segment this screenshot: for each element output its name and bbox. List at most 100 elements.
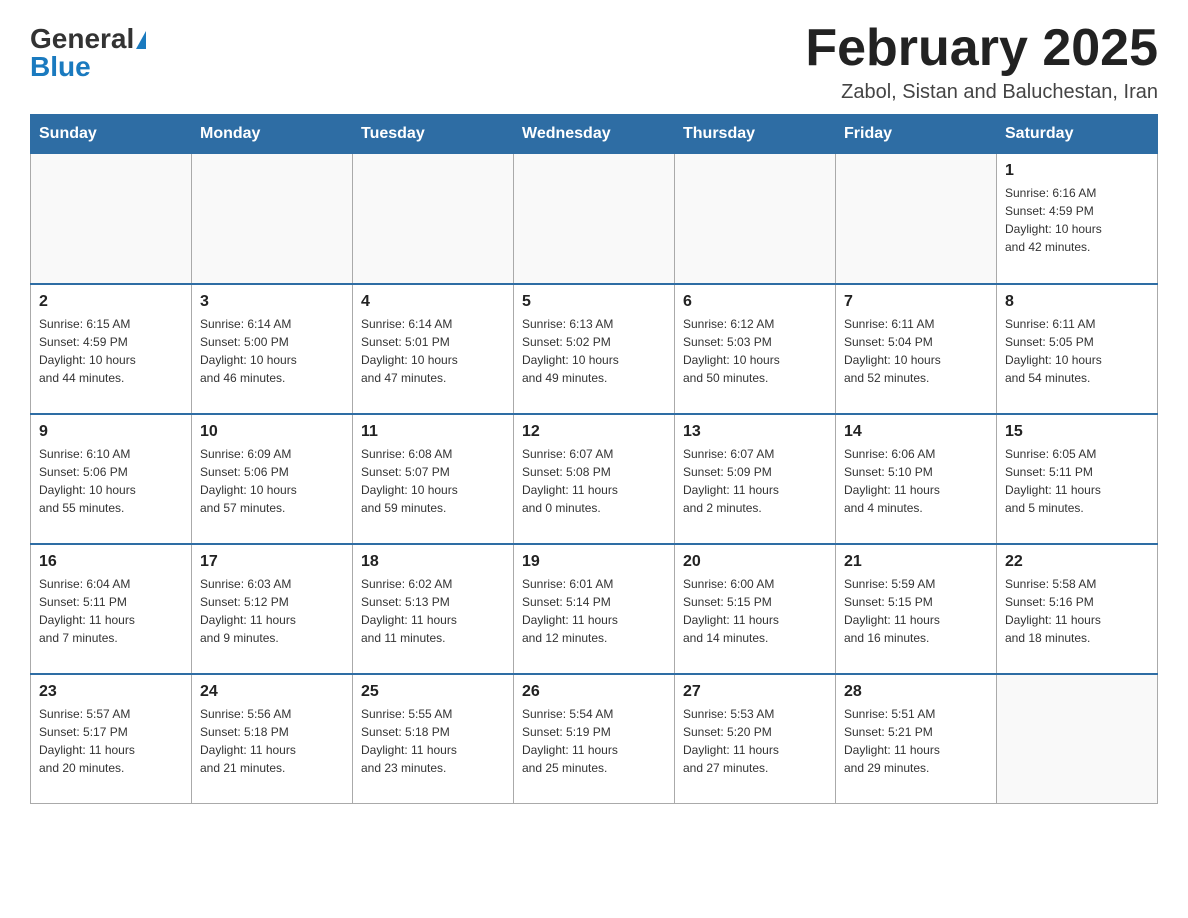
calendar-cell: 9Sunrise: 6:10 AMSunset: 5:06 PMDaylight… [31,414,192,544]
day-info: Sunrise: 5:55 AMSunset: 5:18 PMDaylight:… [361,705,505,777]
calendar-title: February 2025 [805,20,1158,77]
calendar-cell: 10Sunrise: 6:09 AMSunset: 5:06 PMDayligh… [192,414,353,544]
calendar-cell: 17 Sunrise: 6:03 AMSunset: 5:12 PMDayligh… [192,544,353,674]
page-header: General Blue February 2025 Zabol, Sistan… [30,20,1158,104]
day-info: Sunrise: 6:15 AMSunset: 4:59 PMDaylight:… [39,315,183,387]
calendar-cell: 23 Sunrise: 5:57 AMSunset: 5:17 PMDayligh… [31,674,192,804]
calendar-cell: 1 Sunrise: 6:16 AMSunset: 4:59 PMDaylight… [997,154,1158,284]
day-info: Sunrise: 6:02 AMSunset: 5:13 PMDaylight:… [361,575,505,647]
day-info: Sunrise: 6:14 AMSunset: 5:00 PMDaylight:… [200,315,344,387]
day-info: Sunrise: 6:00 AMSunset: 5:15 PMDaylight:… [683,575,827,647]
calendar-cell [675,154,836,284]
day-info: Sunrise: 6:14 AMSunset: 5:01 PMDaylight:… [361,315,505,387]
day-number: 23 [39,683,183,701]
day-number: 24 [200,683,344,701]
calendar-table: SundayMondayTuesdayWednesdayThursdayFrid… [30,114,1158,804]
calendar-cell: 15 Sunrise: 6:05 AMSunset: 5:11 PMDayligh… [997,414,1158,544]
day-header-friday: Friday [836,115,997,154]
day-info: Sunrise: 5:51 AMSunset: 5:21 PMDaylight:… [844,705,988,777]
calendar-cell: 12 Sunrise: 6:07 AMSunset: 5:08 PMDayligh… [514,414,675,544]
calendar-week-4: 16 Sunrise: 6:04 AMSunset: 5:11 PMDayligh… [31,544,1158,674]
day-number: 16 [39,553,183,571]
calendar-cell: 2 Sunrise: 6:15 AMSunset: 4:59 PMDaylight… [31,284,192,414]
day-number: 2 [39,293,183,311]
logo-general-text: General [30,23,134,54]
calendar-cell [31,154,192,284]
day-header-wednesday: Wednesday [514,115,675,154]
day-info: Sunrise: 5:54 AMSunset: 5:19 PMDaylight:… [522,705,666,777]
calendar-cell: 7 Sunrise: 6:11 AMSunset: 5:04 PMDaylight… [836,284,997,414]
calendar-cell [514,154,675,284]
title-section: February 2025 Zabol, Sistan and Baluches… [805,20,1158,104]
calendar-week-2: 2 Sunrise: 6:15 AMSunset: 4:59 PMDaylight… [31,284,1158,414]
day-info: Sunrise: 6:09 AMSunset: 5:06 PMDaylight:… [200,445,344,517]
day-info: Sunrise: 5:58 AMSunset: 5:16 PMDaylight:… [1005,575,1149,647]
day-number: 22 [1005,553,1149,571]
day-info: Sunrise: 6:13 AMSunset: 5:02 PMDaylight:… [522,315,666,387]
day-number: 12 [522,423,666,441]
calendar-cell: 5 Sunrise: 6:13 AMSunset: 5:02 PMDaylight… [514,284,675,414]
day-number: 13 [683,423,827,441]
calendar-cell: 19Sunrise: 6:01 AMSunset: 5:14 PMDayligh… [514,544,675,674]
day-info: Sunrise: 6:05 AMSunset: 5:11 PMDaylight:… [1005,445,1149,517]
day-number: 6 [683,293,827,311]
day-number: 8 [1005,293,1149,311]
day-header-saturday: Saturday [997,115,1158,154]
day-info: Sunrise: 6:01 AMSunset: 5:14 PMDaylight:… [522,575,666,647]
day-number: 7 [844,293,988,311]
calendar-cell: 26 Sunrise: 5:54 AMSunset: 5:19 PMDayligh… [514,674,675,804]
day-info: Sunrise: 6:11 AMSunset: 5:05 PMDaylight:… [1005,315,1149,387]
day-info: Sunrise: 6:16 AMSunset: 4:59 PMDaylight:… [1005,184,1149,256]
day-header-sunday: Sunday [31,115,192,154]
day-number: 1 [1005,162,1149,180]
calendar-cell: 4Sunrise: 6:14 AMSunset: 5:01 PMDaylight… [353,284,514,414]
day-number: 25 [361,683,505,701]
day-info: Sunrise: 6:12 AMSunset: 5:03 PMDaylight:… [683,315,827,387]
day-info: Sunrise: 5:56 AMSunset: 5:18 PMDaylight:… [200,705,344,777]
calendar-cell: 16 Sunrise: 6:04 AMSunset: 5:11 PMDayligh… [31,544,192,674]
logo-triangle-icon [136,31,146,49]
day-info: Sunrise: 5:59 AMSunset: 5:15 PMDaylight:… [844,575,988,647]
day-number: 26 [522,683,666,701]
calendar-subtitle: Zabol, Sistan and Baluchestan, Iran [805,81,1158,104]
day-header-monday: Monday [192,115,353,154]
calendar-cell: 8 Sunrise: 6:11 AMSunset: 5:05 PMDaylight… [997,284,1158,414]
day-number: 14 [844,423,988,441]
day-number: 11 [361,423,505,441]
calendar-cell [836,154,997,284]
calendar-cell: 24 Sunrise: 5:56 AMSunset: 5:18 PMDayligh… [192,674,353,804]
day-header-tuesday: Tuesday [353,115,514,154]
day-number: 15 [1005,423,1149,441]
day-number: 5 [522,293,666,311]
calendar-cell [353,154,514,284]
day-info: Sunrise: 6:07 AMSunset: 5:09 PMDaylight:… [683,445,827,517]
calendar-cell: 21 Sunrise: 5:59 AMSunset: 5:15 PMDayligh… [836,544,997,674]
day-number: 21 [844,553,988,571]
day-number: 3 [200,293,344,311]
day-info: Sunrise: 6:04 AMSunset: 5:11 PMDaylight:… [39,575,183,647]
day-info: Sunrise: 6:11 AMSunset: 5:04 PMDaylight:… [844,315,988,387]
day-number: 9 [39,423,183,441]
calendar-cell: 25 Sunrise: 5:55 AMSunset: 5:18 PMDayligh… [353,674,514,804]
day-number: 17 [200,553,344,571]
calendar-cell: 11 Sunrise: 6:08 AMSunset: 5:07 PMDayligh… [353,414,514,544]
calendar-cell: 3 Sunrise: 6:14 AMSunset: 5:00 PMDaylight… [192,284,353,414]
calendar-cell [192,154,353,284]
calendar-cell: 28Sunrise: 5:51 AMSunset: 5:21 PMDayligh… [836,674,997,804]
day-info: Sunrise: 6:08 AMSunset: 5:07 PMDaylight:… [361,445,505,517]
day-info: Sunrise: 6:06 AMSunset: 5:10 PMDaylight:… [844,445,988,517]
calendar-cell: 6 Sunrise: 6:12 AMSunset: 5:03 PMDaylight… [675,284,836,414]
calendar-cell: 27Sunrise: 5:53 AMSunset: 5:20 PMDayligh… [675,674,836,804]
day-info: Sunrise: 6:07 AMSunset: 5:08 PMDaylight:… [522,445,666,517]
day-number: 20 [683,553,827,571]
calendar-week-3: 9Sunrise: 6:10 AMSunset: 5:06 PMDaylight… [31,414,1158,544]
calendar-cell: 22 Sunrise: 5:58 AMSunset: 5:16 PMDayligh… [997,544,1158,674]
calendar-week-1: 1 Sunrise: 6:16 AMSunset: 4:59 PMDaylight… [31,154,1158,284]
day-info: Sunrise: 5:57 AMSunset: 5:17 PMDaylight:… [39,705,183,777]
day-info: Sunrise: 6:03 AMSunset: 5:12 PMDaylight:… [200,575,344,647]
logo-top-row: General [30,25,146,53]
calendar-cell: 18 Sunrise: 6:02 AMSunset: 5:13 PMDayligh… [353,544,514,674]
logo: General Blue [30,20,146,81]
day-number: 18 [361,553,505,571]
calendar-week-5: 23 Sunrise: 5:57 AMSunset: 5:17 PMDayligh… [31,674,1158,804]
